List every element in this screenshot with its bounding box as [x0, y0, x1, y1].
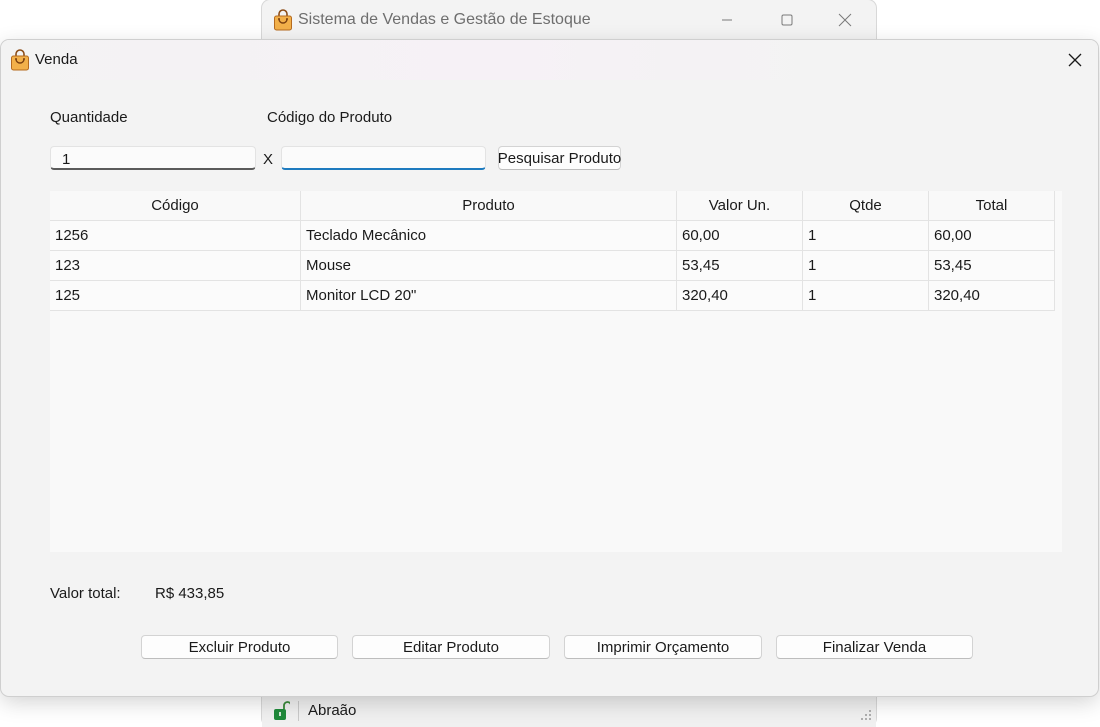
- minimize-icon: [722, 19, 732, 21]
- cell-codigo[interactable]: 125: [50, 280, 301, 311]
- total-value: R$ 433,85: [155, 585, 225, 602]
- main-titlebar[interactable]: Sistema de Vendas e Gestão de Estoque: [262, 0, 876, 40]
- column-header-total[interactable]: Total: [928, 191, 1055, 221]
- cell-total[interactable]: 53,45: [928, 250, 1055, 281]
- table-header: Código Produto Valor Un. Qtde Total: [50, 191, 1055, 221]
- cell-qtde[interactable]: 1: [802, 280, 929, 311]
- cell-valor-un[interactable]: 60,00: [676, 220, 803, 251]
- column-header-produto[interactable]: Produto: [300, 191, 677, 221]
- sale-dialog: Venda Quantidade Código do Produto 1 X P…: [1, 40, 1098, 696]
- maximize-button[interactable]: [758, 0, 816, 40]
- column-header-valor-un[interactable]: Valor Un.: [676, 191, 803, 221]
- close-icon: [1068, 53, 1082, 67]
- cell-produto[interactable]: Teclado Mecânico: [300, 220, 677, 251]
- cell-qtde[interactable]: 1: [802, 220, 929, 251]
- total-label: Valor total:: [50, 585, 121, 602]
- column-header-qtde[interactable]: Qtde: [802, 191, 929, 221]
- maximize-icon: [781, 14, 793, 26]
- product-code-label: Código do Produto: [267, 109, 393, 126]
- cell-produto[interactable]: Mouse: [300, 250, 677, 281]
- main-window-title: Sistema de Vendas e Gestão de Estoque: [298, 11, 591, 28]
- cell-qtde[interactable]: 1: [802, 250, 929, 281]
- print-quote-button[interactable]: Imprimir Orçamento: [564, 635, 762, 659]
- search-product-button[interactable]: Pesquisar Produto: [498, 146, 621, 170]
- close-icon: [838, 13, 852, 27]
- main-close-button[interactable]: [816, 0, 874, 40]
- products-grid: Código Produto Valor Un. Qtde Total 1256…: [50, 191, 1055, 311]
- dialog-title: Venda: [35, 51, 78, 68]
- dialog-close-button[interactable]: [1052, 40, 1098, 80]
- quantity-input[interactable]: 1: [50, 146, 256, 170]
- unlocked-padlock-icon: [274, 701, 290, 720]
- cell-codigo[interactable]: 1256: [50, 220, 301, 251]
- table-row[interactable]: 125 Monitor LCD 20" 320,40 1 320,40: [50, 280, 1055, 311]
- dialog-titlebar[interactable]: Venda: [1, 40, 1098, 80]
- resize-grip-icon[interactable]: [860, 709, 872, 721]
- table-row[interactable]: 1256 Teclado Mecânico 60,00 1 60,00: [50, 220, 1055, 251]
- cell-total[interactable]: 320,40: [928, 280, 1055, 311]
- cell-valor-un[interactable]: 53,45: [676, 250, 803, 281]
- multiply-sign: X: [263, 151, 274, 168]
- finish-sale-button[interactable]: Finalizar Venda: [776, 635, 973, 659]
- cell-total[interactable]: 60,00: [928, 220, 1055, 251]
- shopping-bag-icon: [11, 49, 29, 71]
- column-header-codigo[interactable]: Código: [50, 191, 301, 221]
- quantity-label: Quantidade: [50, 109, 128, 126]
- shopping-bag-icon: [274, 9, 292, 31]
- status-separator: [298, 701, 299, 721]
- table-row[interactable]: 123 Mouse 53,45 1 53,45: [50, 250, 1055, 281]
- edit-product-button[interactable]: Editar Produto: [352, 635, 550, 659]
- minimize-button[interactable]: [698, 0, 756, 40]
- cell-produto[interactable]: Monitor LCD 20": [300, 280, 677, 311]
- delete-product-button[interactable]: Excluir Produto: [141, 635, 338, 659]
- cell-codigo[interactable]: 123: [50, 250, 301, 281]
- products-table: Código Produto Valor Un. Qtde Total 1256…: [50, 191, 1062, 552]
- status-bar: Abraão: [262, 696, 876, 727]
- cell-valor-un[interactable]: 320,40: [676, 280, 803, 311]
- status-user-name: Abraão: [308, 702, 357, 719]
- product-code-input[interactable]: [281, 146, 486, 170]
